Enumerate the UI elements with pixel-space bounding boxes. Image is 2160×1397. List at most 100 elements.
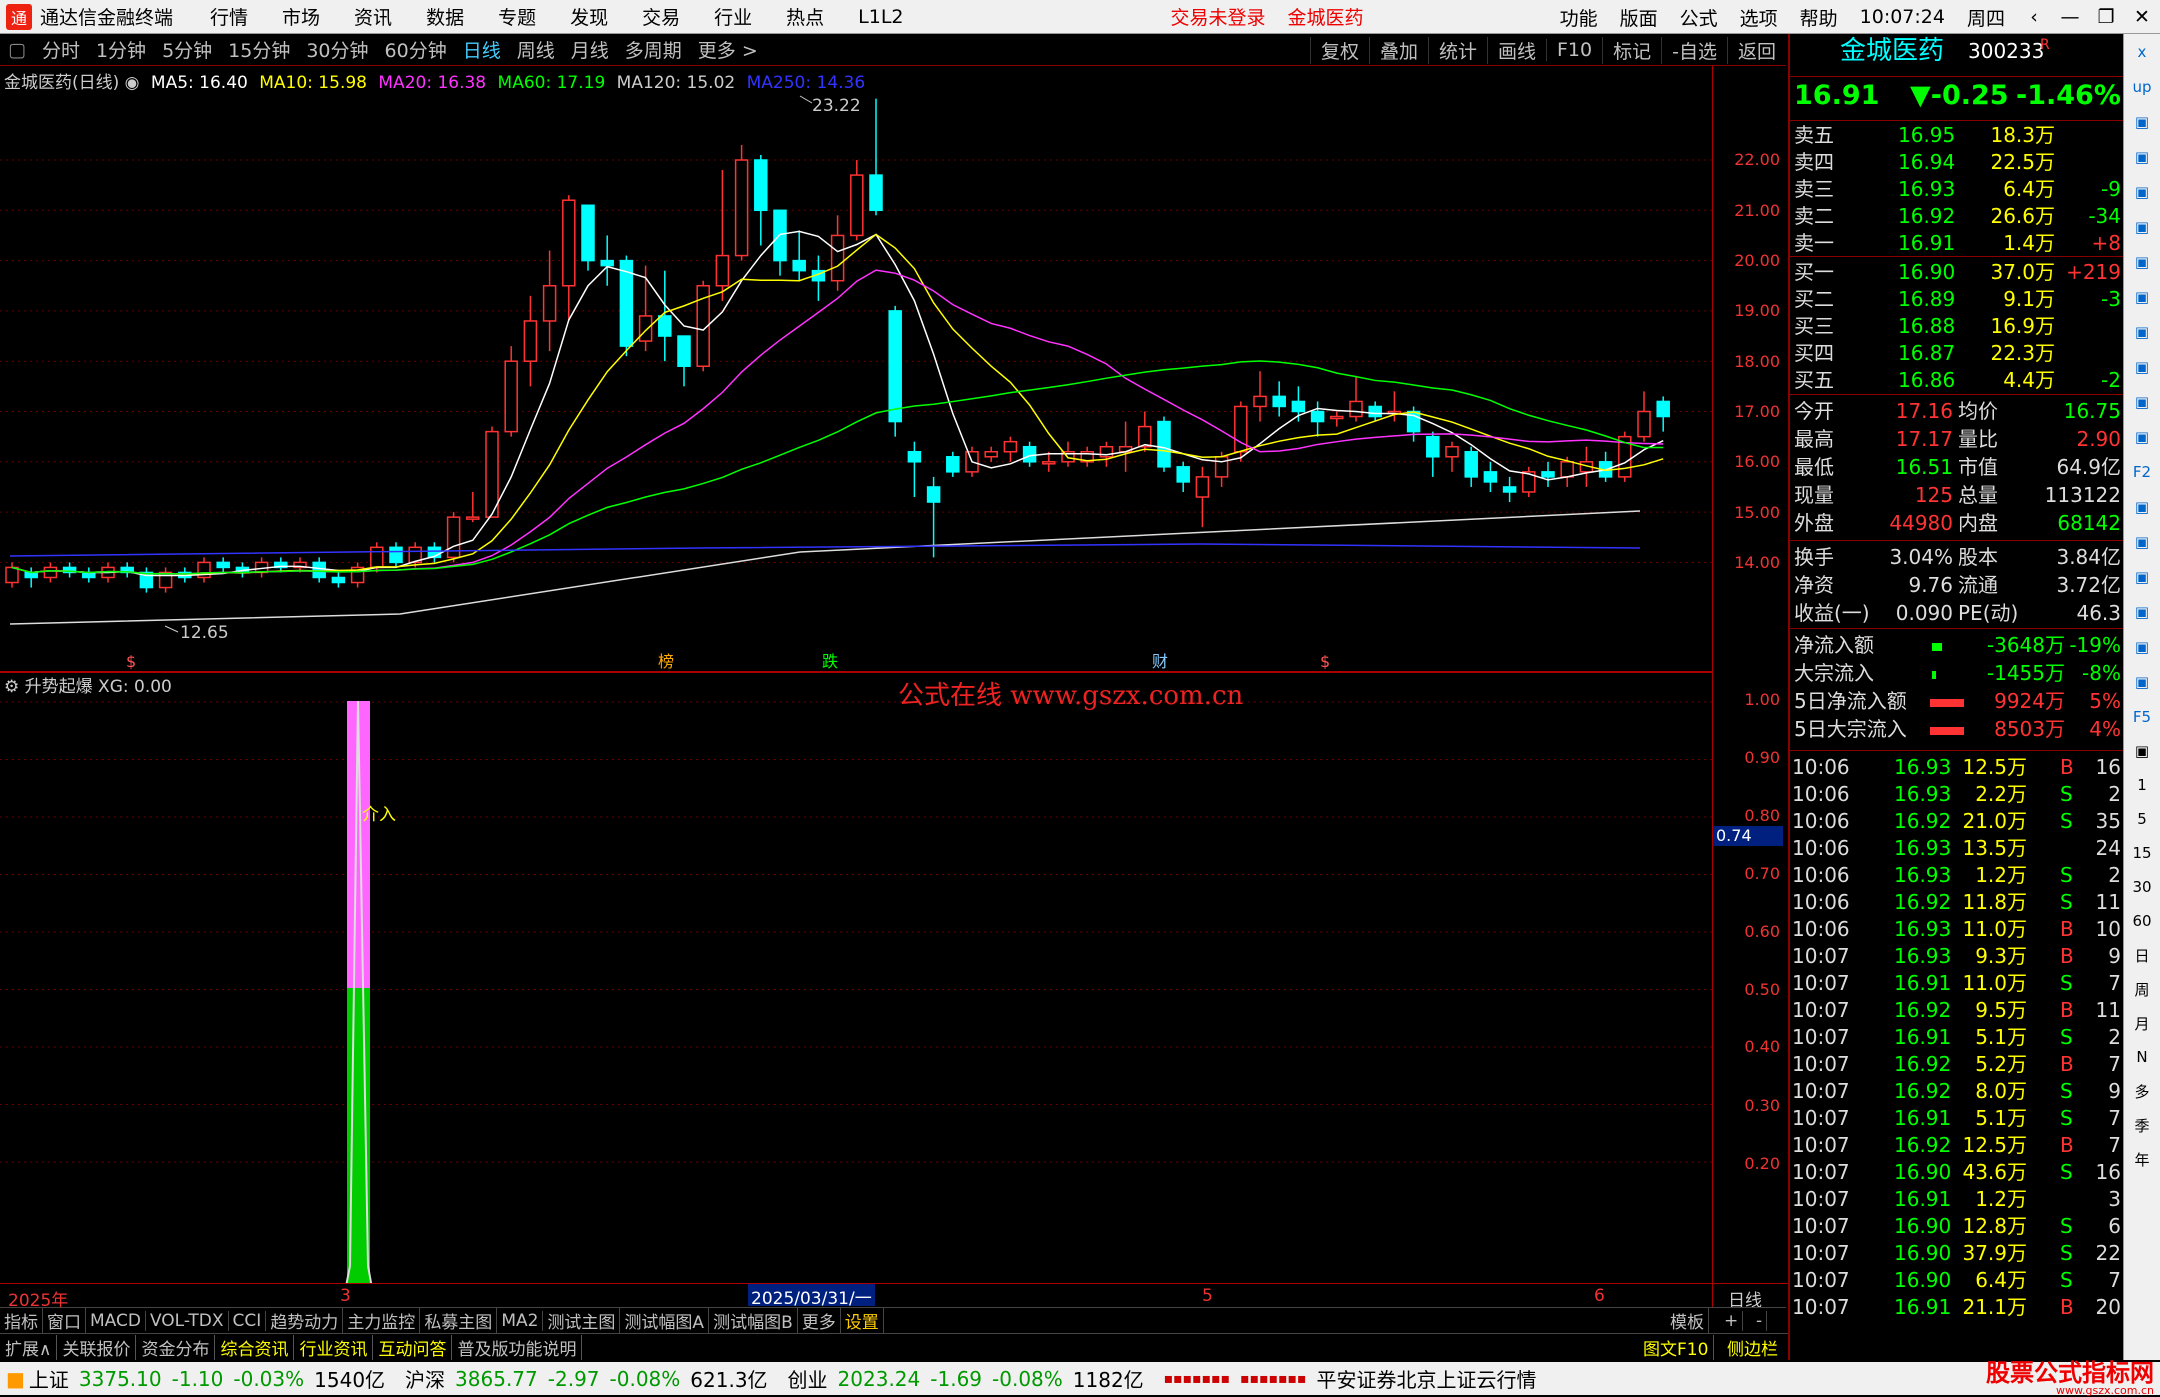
menu-news[interactable]: 资讯 [354, 3, 392, 30]
minimize-icon[interactable]: — [2052, 6, 2088, 28]
sidebar-icon-0[interactable]: x [2124, 34, 2160, 69]
sidebar-icon-2[interactable]: ▣ [2124, 104, 2160, 139]
sidebar-icon-27[interactable]: 周 [2124, 972, 2160, 1006]
sidebar-icon-32[interactable]: 年 [2124, 1142, 2160, 1176]
period-1min[interactable]: 1分钟 [88, 36, 154, 63]
sidebar-icon-28[interactable]: 月 [2124, 1006, 2160, 1040]
period-monthly[interactable]: 月线 [563, 36, 617, 63]
stock-tab[interactable]: 金城医药 [1288, 3, 1364, 30]
f10-text-tab[interactable]: 图文F10 [1638, 1334, 1715, 1360]
mark-button[interactable]: 标记 [1602, 36, 1661, 64]
sidebar-icon-20[interactable]: ▣ [2124, 734, 2160, 768]
tab-test-a[interactable]: 测试幅图A [620, 1308, 710, 1333]
sidebar-icon-9[interactable]: ▣ [2124, 349, 2160, 384]
sidebar-icon-15[interactable]: ▣ [2124, 559, 2160, 594]
trade-login-status[interactable]: 交易未登录 [1171, 3, 1266, 30]
sidebar-icon-23[interactable]: 15 [2124, 836, 2160, 870]
tab-test-main[interactable]: 测试主图 [543, 1308, 621, 1333]
menu-function[interactable]: 功能 [1560, 4, 1598, 31]
period-60min[interactable]: 60分钟 [377, 36, 455, 63]
sh-name[interactable]: 上证 [29, 1364, 69, 1393]
gear-icon[interactable]: ⚙ [4, 677, 19, 697]
tab-settings[interactable]: 设置 [841, 1308, 884, 1333]
menu-trade[interactable]: 交易 [642, 3, 680, 30]
sidebar-icon-18[interactable]: ▣ [2124, 664, 2160, 699]
remove-pane-button[interactable]: - [1752, 1310, 1768, 1331]
server-name[interactable]: 平安证券北京上证云行情 [1317, 1364, 1537, 1393]
sidebar-icon-7[interactable]: ▣ [2124, 279, 2160, 314]
sidebar-icon-12[interactable]: F2 [2124, 454, 2160, 489]
period-multi[interactable]: 多周期 [617, 36, 690, 63]
tab-window[interactable]: 窗口 [43, 1308, 86, 1333]
sidebar-icon-19[interactable]: F5 [2124, 699, 2160, 734]
sidebar-icon-14[interactable]: ▣ [2124, 524, 2160, 559]
tab-related-quotes[interactable]: 关联报价 [57, 1334, 137, 1360]
return-button[interactable]: 返回 [1726, 36, 1786, 64]
sidebar-icon-22[interactable]: 5 [2124, 802, 2160, 836]
period-30min[interactable]: 30分钟 [298, 36, 376, 63]
tab-vol[interactable]: VOL-TDX [146, 1310, 229, 1331]
tab-indicator[interactable]: 指标 [0, 1308, 43, 1333]
sidebar-icon-26[interactable]: 日 [2124, 938, 2160, 972]
sidebar-icon-17[interactable]: ▣ [2124, 629, 2160, 664]
period-daily[interactable]: 日线 [455, 36, 509, 63]
cy-name[interactable]: 创业 [788, 1364, 828, 1393]
add-pane-button[interactable]: + [1720, 1310, 1744, 1331]
stats-button[interactable]: 统计 [1427, 36, 1487, 64]
sidebar-icon-31[interactable]: 季 [2124, 1108, 2160, 1142]
tab-ma2[interactable]: MA2 [497, 1310, 544, 1331]
f10-button[interactable]: F10 [1546, 39, 1602, 61]
sidebar-icon-6[interactable]: ▣ [2124, 244, 2160, 279]
sidebar-icon-5[interactable]: ▣ [2124, 209, 2160, 244]
tab-test-b[interactable]: 测试幅图B [709, 1308, 798, 1333]
menu-help[interactable]: 帮助 [1800, 4, 1838, 31]
tab-main-monitor[interactable]: 主力监控 [343, 1308, 421, 1333]
sidebar-icon-11[interactable]: ▣ [2124, 419, 2160, 454]
remove-watchlist-button[interactable]: -自选 [1661, 36, 1727, 64]
sidebar-icon-16[interactable]: ▣ [2124, 594, 2160, 629]
tab-macd[interactable]: MACD [86, 1310, 146, 1331]
tab-industry-news[interactable]: 行业资讯 [294, 1334, 374, 1360]
menu-hot[interactable]: 热点 [786, 3, 824, 30]
sidebar-icon-24[interactable]: 30 [2124, 870, 2160, 904]
sidebar-icon-8[interactable]: ▣ [2124, 314, 2160, 349]
period-15min[interactable]: 15分钟 [220, 36, 298, 63]
tab-qa[interactable]: 互动问答 [373, 1334, 453, 1360]
tab-more[interactable]: 更多 [798, 1308, 841, 1333]
kline-chart[interactable]: 23.22 12.65 $ 榜 跌 财 $ 公式在线 www.gszx.com.… [0, 66, 1712, 1283]
overlay-button[interactable]: 叠加 [1368, 36, 1428, 64]
menu-topic[interactable]: 专题 [498, 3, 536, 30]
menu-l1l2[interactable]: L1L2 [858, 6, 903, 28]
menu-layout[interactable]: 版面 [1620, 4, 1658, 31]
sidebar-icon-25[interactable]: 60 [2124, 904, 2160, 938]
tab-private-main[interactable]: 私募主图 [420, 1308, 498, 1333]
sidebar-icon-10[interactable]: ▣ [2124, 384, 2160, 419]
menu-discover[interactable]: 发现 [570, 3, 608, 30]
period-5min[interactable]: 5分钟 [154, 36, 220, 63]
period-more[interactable]: 更多 > [690, 36, 766, 63]
collapse-icon[interactable]: ▢ [0, 39, 34, 61]
menu-industry[interactable]: 行业 [714, 3, 752, 30]
template-button[interactable]: 模板 [1666, 1308, 1709, 1333]
menu-options[interactable]: 选项 [1740, 4, 1778, 31]
sidebar-icon-1[interactable]: up [2124, 69, 2160, 104]
sidebar-icon-3[interactable]: ▣ [2124, 139, 2160, 174]
sidebar-icon-29[interactable]: N [2124, 1040, 2160, 1074]
restore-icon[interactable]: ❐ [2088, 6, 2124, 28]
tab-news[interactable]: 综合资讯 [215, 1334, 295, 1360]
period-weekly[interactable]: 周线 [509, 36, 563, 63]
menu-formula[interactable]: 公式 [1680, 4, 1718, 31]
sidebar-icon-21[interactable]: 1 [2124, 768, 2160, 802]
menu-quotes[interactable]: 行情 [210, 3, 248, 30]
tab-help[interactable]: 普及版功能说明 [452, 1334, 583, 1360]
status-icon[interactable]: ■ [6, 1367, 25, 1391]
hs-name[interactable]: 沪深 [405, 1364, 445, 1393]
tab-expand[interactable]: 扩展∧ [0, 1334, 58, 1360]
tab-cci[interactable]: CCI [229, 1310, 267, 1331]
menu-market[interactable]: 市场 [282, 3, 320, 30]
sidebar-icon-30[interactable]: 多 [2124, 1074, 2160, 1108]
adjust-button[interactable]: 复权 [1309, 36, 1369, 64]
tab-fund-distribution[interactable]: 资金分布 [136, 1334, 216, 1360]
sidebar-icon-4[interactable]: ▣ [2124, 174, 2160, 209]
period-intraday[interactable]: 分时 [34, 36, 88, 63]
